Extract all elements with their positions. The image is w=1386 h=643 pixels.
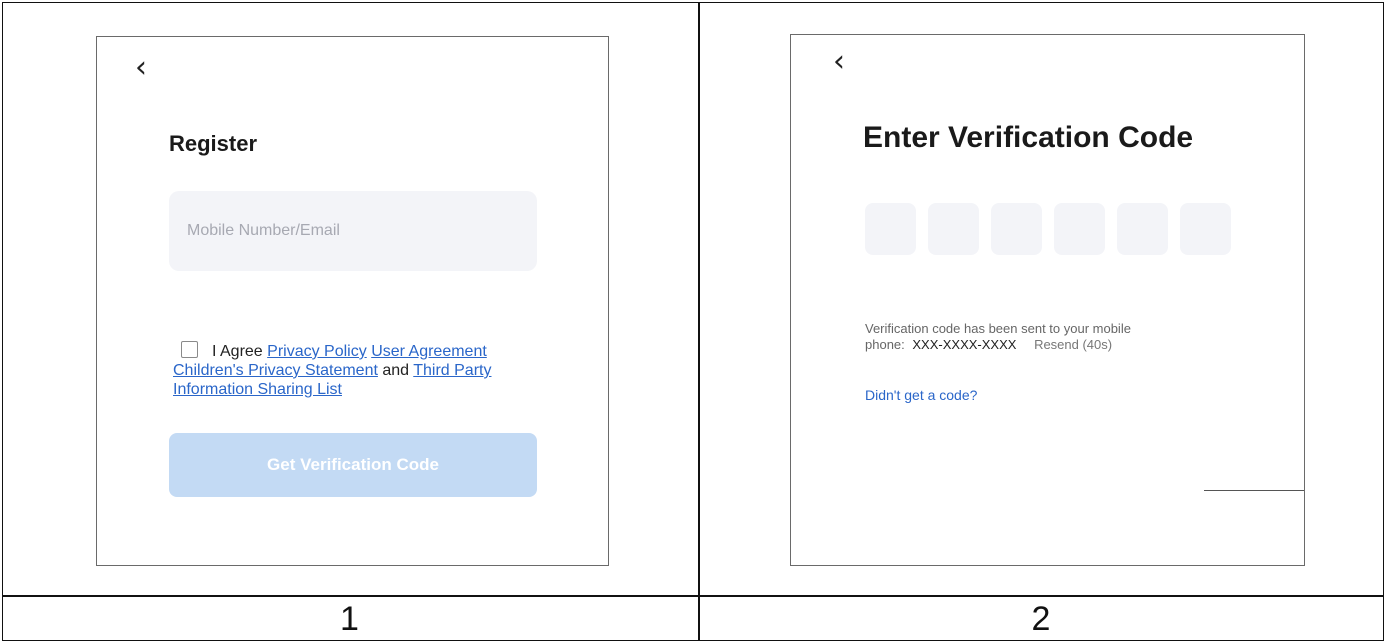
get-verification-code-button[interactable]: Get Verification Code bbox=[169, 433, 537, 497]
agree-checkbox[interactable] bbox=[181, 341, 198, 358]
info-line-1: Verification code has been sent to your … bbox=[865, 321, 1131, 336]
code-digit-5[interactable] bbox=[1117, 203, 1168, 255]
masked-phone: XXX-XXXX-XXXX bbox=[912, 337, 1017, 352]
user-agreement-link[interactable]: User Agreement bbox=[371, 343, 487, 360]
code-digit-6[interactable] bbox=[1180, 203, 1231, 255]
mobile-email-input[interactable] bbox=[169, 191, 537, 271]
info-prefix: phone: bbox=[865, 337, 905, 352]
back-chevron-icon[interactable]: ‹ bbox=[833, 47, 845, 77]
agreement-text: I Agree Privacy Policy User Agreement Ch… bbox=[173, 341, 533, 399]
caption-step-2: 2 bbox=[1031, 600, 1051, 638]
resend-button[interactable]: Resend (40s) bbox=[1034, 337, 1112, 352]
code-digit-4[interactable] bbox=[1054, 203, 1105, 255]
privacy-policy-link[interactable]: Privacy Policy bbox=[267, 343, 367, 360]
code-digit-1[interactable] bbox=[865, 203, 916, 255]
code-input-group bbox=[865, 203, 1231, 255]
children-privacy-link[interactable]: Children's Privacy Statement bbox=[173, 362, 378, 379]
code-digit-3[interactable] bbox=[991, 203, 1042, 255]
register-screen: ‹ Register I Agree Privacy Policy User A… bbox=[96, 36, 609, 566]
code-digit-2[interactable] bbox=[928, 203, 979, 255]
verification-screen: ‹ Enter Verification Code Verification c… bbox=[790, 34, 1305, 566]
page-title: Enter Verification Code bbox=[863, 121, 1194, 154]
page-title: Register bbox=[169, 131, 258, 156]
verification-info: Verification code has been sent to your … bbox=[865, 321, 1265, 353]
and-text: and bbox=[382, 362, 410, 379]
caption-step-1: 1 bbox=[340, 600, 359, 638]
divider-line bbox=[1204, 490, 1304, 491]
column-divider bbox=[698, 3, 700, 640]
back-chevron-icon[interactable]: ‹ bbox=[135, 53, 147, 83]
agree-label: I Agree bbox=[212, 343, 263, 360]
no-code-link[interactable]: Didn't get a code? bbox=[865, 387, 977, 403]
